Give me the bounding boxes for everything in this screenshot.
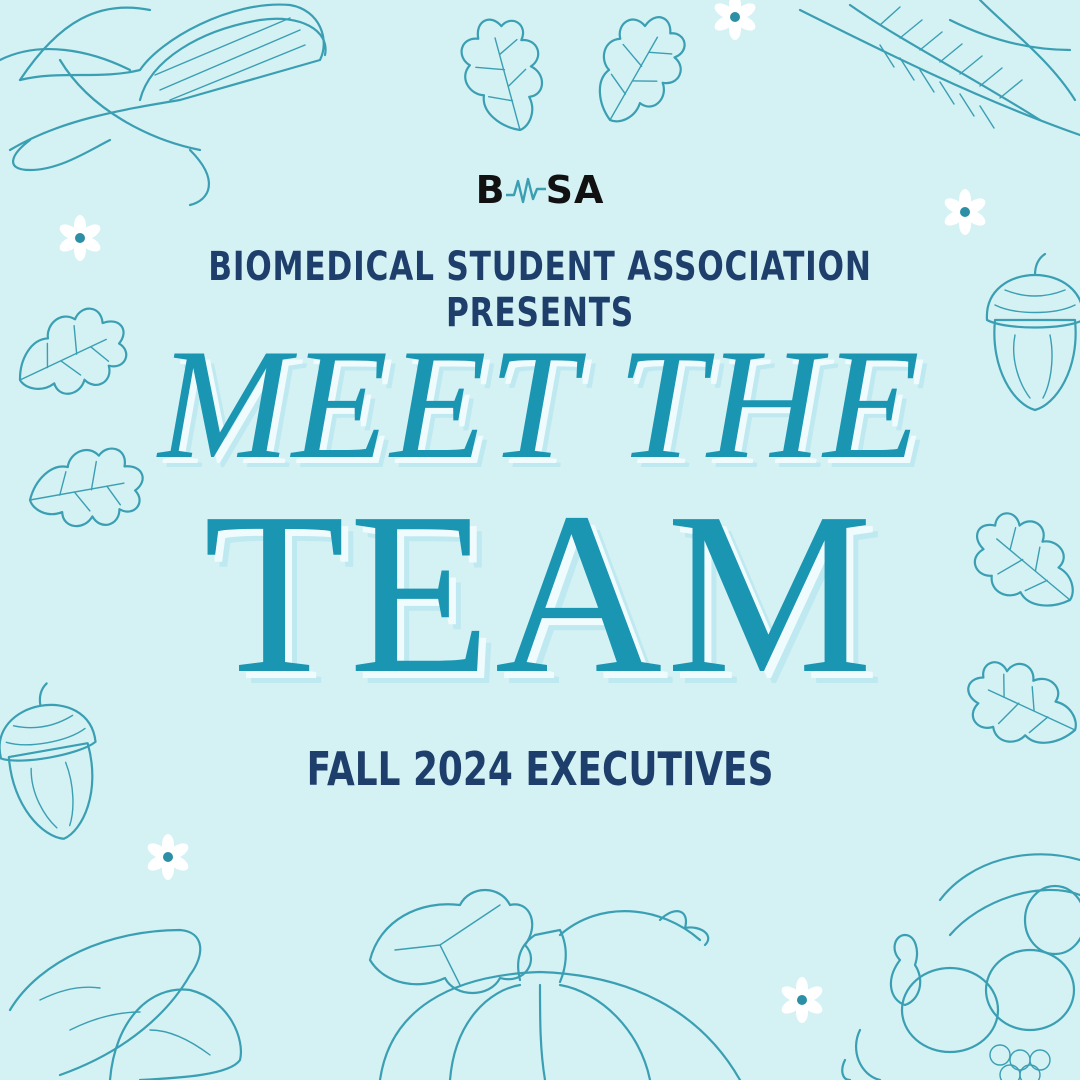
daisy-icon	[145, 834, 191, 880]
oak-leaf-icon	[447, 5, 563, 143]
poster: B SA BIOMEDICAL STUDENT ASSOCIATION PRESE…	[0, 0, 1080, 1080]
wheat-icon	[798, 0, 1080, 137]
oak-leaf-icon	[577, 0, 700, 140]
daisy-icon	[57, 215, 103, 261]
daisy-icon	[779, 977, 825, 1023]
daisy-icon	[712, 0, 758, 40]
cornucopia-icon	[841, 853, 1080, 1080]
logo-letters-sa: SA	[545, 168, 605, 212]
pumpkin-icon	[368, 889, 742, 1080]
sweet-potato-icon	[8, 928, 242, 1080]
bmsa-logo: B SA	[0, 168, 1080, 212]
headline-meet-the: MEET THE	[158, 317, 922, 492]
heartbeat-wave-icon	[505, 177, 546, 204]
logo-letter-b: B	[475, 168, 506, 212]
subtitle-executives: FALL 2024 EXECUTIVES	[306, 742, 774, 796]
headline-team: TEAM	[203, 465, 877, 722]
